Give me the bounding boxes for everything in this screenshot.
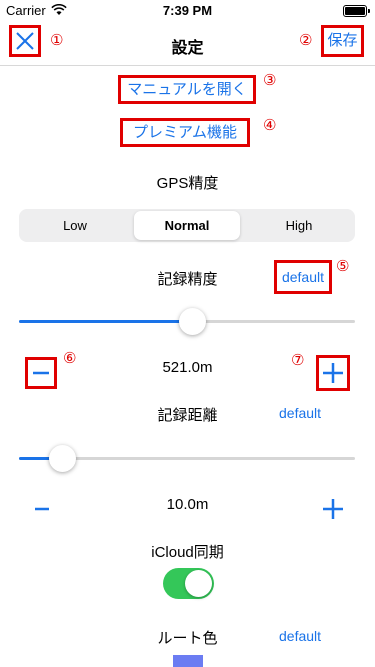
- annotation-4: ④: [263, 117, 277, 134]
- record-distance-slider-thumb[interactable]: [49, 445, 76, 472]
- record-distance-increment-button[interactable]: [319, 495, 347, 523]
- record-accuracy-slider-fill: [19, 320, 191, 323]
- status-time: 7:39 PM: [162, 3, 213, 18]
- annotation-5: ⑤: [336, 258, 350, 275]
- open-manual-link[interactable]: マニュアルを開く: [118, 75, 256, 104]
- route-color-swatch[interactable]: [173, 655, 203, 667]
- plus-icon: [323, 363, 343, 383]
- navigation-bar: ① 設定 ② 保存: [0, 20, 375, 66]
- annotation-3: ③: [263, 72, 277, 89]
- annotation-2: ②: [299, 32, 313, 49]
- record-accuracy-increment-button[interactable]: [316, 355, 350, 391]
- icloud-sync-toggle[interactable]: [163, 568, 214, 599]
- gps-accuracy-label: GPS精度: [156, 175, 219, 192]
- page-title: 設定: [171, 40, 204, 57]
- battery-icon: [343, 5, 370, 17]
- route-color-default-button[interactable]: default: [279, 628, 321, 644]
- record-distance-default-button[interactable]: default: [279, 405, 321, 421]
- segment-low[interactable]: Low: [19, 209, 131, 242]
- segment-normal[interactable]: Normal: [134, 211, 240, 240]
- plus-icon: [323, 499, 343, 519]
- annotation-7: ⑦: [291, 352, 305, 369]
- record-accuracy-default-button[interactable]: default: [274, 260, 332, 294]
- status-bar: Carrier 7:39 PM: [0, 0, 375, 20]
- record-accuracy-slider-thumb[interactable]: [179, 308, 206, 335]
- premium-features-link[interactable]: プレミアム機能: [120, 118, 250, 147]
- segment-high[interactable]: High: [243, 209, 355, 242]
- save-button[interactable]: 保存: [321, 25, 364, 57]
- gps-accuracy-segmented-control: Low Normal High: [19, 209, 355, 242]
- icloud-sync-label: iCloud同期: [151, 544, 224, 561]
